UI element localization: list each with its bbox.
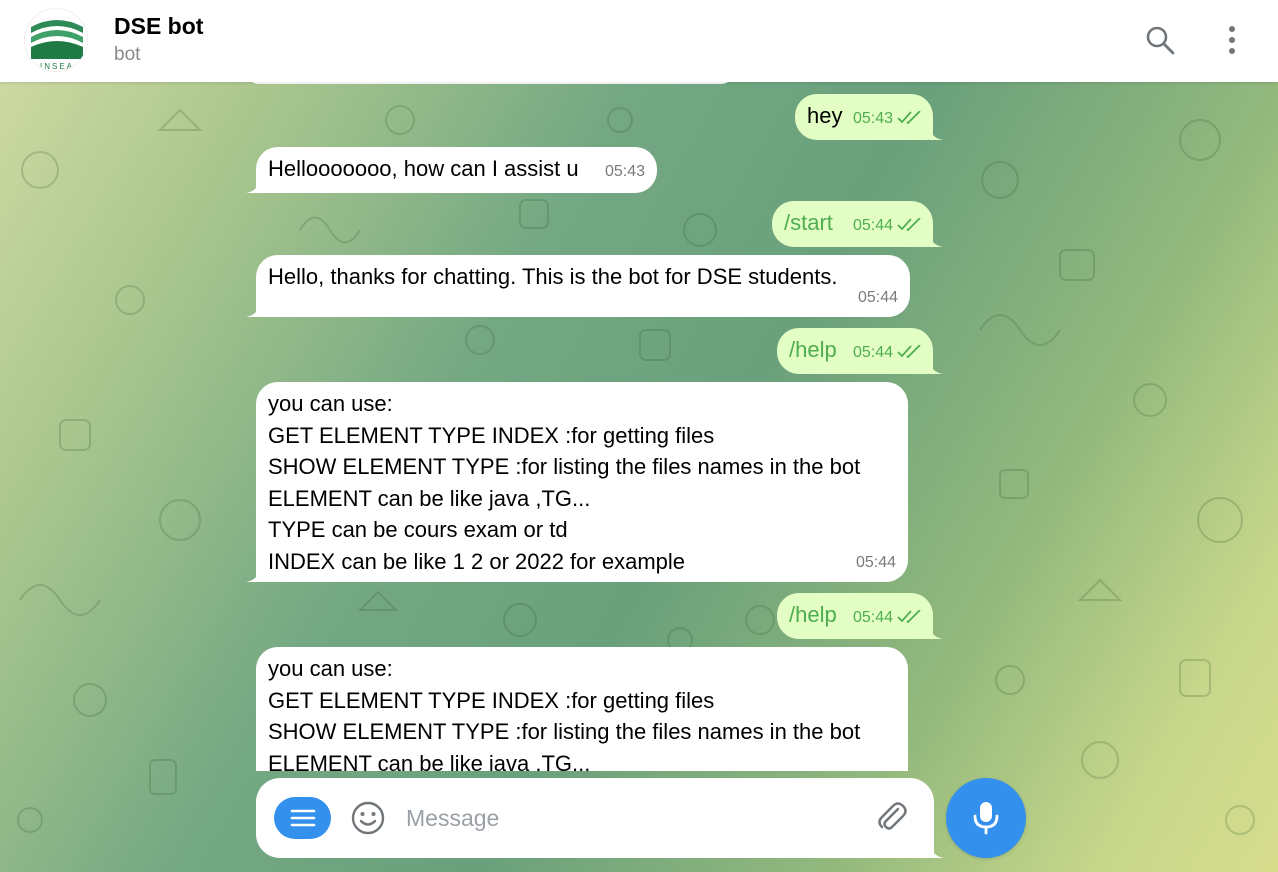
message-meta: 05:44 [856, 547, 896, 579]
bubble-tail [929, 233, 943, 247]
search-icon [1146, 26, 1175, 55]
message-text: hey [807, 103, 843, 128]
message-text: you can use: GET ELEMENT TYPE INDEX :for… [268, 653, 860, 771]
double-check-icon [897, 610, 921, 624]
composer-tail [930, 844, 944, 858]
double-check-icon [897, 345, 921, 359]
chat-title: DSE bot [114, 13, 204, 39]
message-incoming[interactable]: Hellooooooo, how can I assist u 05:43 [246, 147, 657, 193]
bubble-tail [929, 625, 943, 639]
bubble-tail [246, 303, 260, 317]
message-clip: you can use: GET ELEMENT TYPE INDEX :for… [256, 647, 908, 771]
message-time: 05:44 [852, 608, 893, 626]
menu-icon [290, 809, 315, 827]
avatar[interactable]: INSEA [24, 8, 88, 72]
double-check-icon [897, 111, 921, 125]
bubble-tail [929, 360, 943, 374]
message-outgoing[interactable]: /help 05:44 [777, 593, 943, 639]
message-outgoing[interactable]: /start 05:44 [772, 201, 943, 247]
message-meta: 05:44 [853, 210, 923, 242]
voice-record-button[interactable] [946, 778, 1026, 858]
message-text: Hellooooooo, how can I assist u [268, 156, 579, 181]
message-time: 05:43 [604, 162, 645, 180]
message-incoming[interactable]: you can use: GET ELEMENT TYPE INDEX :for… [256, 647, 908, 771]
chat-header: INSEA DSE bot bot [0, 0, 1278, 82]
chat-info[interactable]: DSE bot bot [114, 12, 203, 70]
smile-icon [351, 801, 385, 835]
microphone-icon [973, 802, 999, 835]
message-time: 05:43 [852, 109, 893, 127]
attach-button[interactable] [874, 800, 910, 836]
bubble-tail [246, 568, 260, 582]
message-composer [256, 778, 944, 858]
message-text: Hello, thanks for chatting. This is the … [268, 264, 838, 289]
bubble-tail [246, 179, 260, 193]
message-meta: 05:44 [853, 337, 923, 369]
message-line: ELEMENT can be like java ,TG... [268, 485, 591, 511]
message-time: 05:44 [855, 553, 896, 571]
message-meta: 05:44 [853, 602, 923, 634]
message-line: TYPE can be cours exam or td [268, 517, 568, 542]
message-line: you can use: [268, 656, 393, 681]
message-time: 05:44 [852, 216, 893, 234]
message-meta: 05:43 [853, 103, 923, 135]
more-button[interactable] [1212, 20, 1252, 60]
message-text[interactable]: /help [789, 599, 837, 631]
bot-menu-button[interactable] [274, 797, 331, 839]
search-button[interactable] [1140, 20, 1180, 60]
message-line: you can use: [268, 391, 393, 416]
message-outgoing[interactable]: hey 05:43 [795, 94, 943, 140]
message-line: ELEMENT can be like java ,TG... [268, 750, 591, 772]
message-text[interactable]: /start [784, 207, 833, 239]
message-line: GET ELEMENT TYPE INDEX :for getting file… [268, 687, 715, 713]
message-meta: 05:44 [858, 282, 898, 314]
message-line: SHOW ELEMENT TYPE :for listing the files… [268, 719, 861, 744]
chat-subtitle: bot [114, 44, 141, 65]
message-meta: 05:43 [605, 156, 645, 188]
bubble-tail [929, 126, 943, 140]
message-incoming[interactable]: Hello, thanks for chatting. This is the … [246, 255, 910, 317]
avatar-text: INSEA [40, 62, 74, 71]
double-check-icon [897, 218, 921, 232]
message-time: 05:44 [857, 288, 898, 306]
more-vertical-icon [1229, 26, 1235, 54]
message-outgoing[interactable]: /help 05:44 [777, 328, 943, 374]
message-incoming[interactable]: you can use: GET ELEMENT TYPE INDEX :for… [246, 382, 908, 582]
message-line: INDEX can be like 1 2 or 2022 for exampl… [268, 548, 686, 574]
paperclip-icon [878, 802, 907, 830]
message-input[interactable] [406, 798, 856, 838]
message-text[interactable]: /help [789, 334, 837, 366]
emoji-button[interactable] [350, 800, 386, 836]
message-text: you can use: GET ELEMENT TYPE INDEX :for… [268, 388, 860, 577]
message-time: 05:44 [852, 343, 893, 361]
insea-logo-icon: INSEA [25, 9, 87, 71]
message-line: GET ELEMENT TYPE INDEX :for getting file… [268, 422, 715, 448]
message-line: SHOW ELEMENT TYPE :for listing the files… [268, 454, 861, 479]
